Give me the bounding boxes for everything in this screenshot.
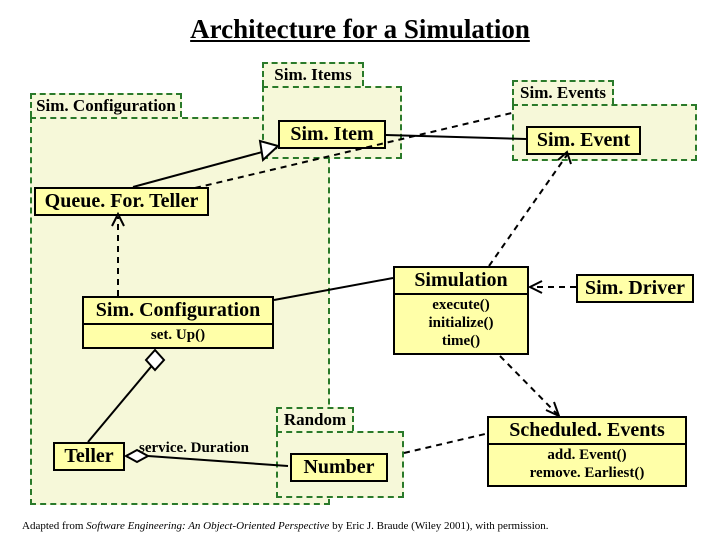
dep-number-scheduled xyxy=(404,434,485,453)
class-teller: Teller xyxy=(53,442,125,471)
class-scheduledevents-name: Scheduled. Events xyxy=(489,418,685,443)
class-queueforteller: Queue. For. Teller xyxy=(34,187,209,216)
footer-prefix: Adapted from xyxy=(22,520,86,532)
class-teller-name: Teller xyxy=(55,444,123,469)
pkg-simitems-tab: Sim. Items xyxy=(262,62,364,86)
class-scheduledevents-ops: add. Event()remove. Earliest() xyxy=(489,445,685,485)
class-simitem: Sim. Item xyxy=(278,120,386,149)
class-queueforteller-name: Queue. For. Teller xyxy=(36,189,207,214)
diagram-title: Architecture for a Simulation xyxy=(0,14,720,45)
footer-book: Software Engineering: An Object-Oriented… xyxy=(86,520,329,532)
class-simdriver-name: Sim. Driver xyxy=(578,276,692,301)
class-simdriver: Sim. Driver xyxy=(576,274,694,303)
assoc-simitem-simevent xyxy=(386,135,526,139)
dep-simulation-scheduled xyxy=(500,356,559,416)
pkg-simconfiguration-tab: Sim. Configuration xyxy=(30,93,182,117)
class-simconfiguration: Sim. Configuration set. Up() xyxy=(82,296,274,349)
class-number-name: Number xyxy=(292,455,386,480)
class-scheduledevents: Scheduled. Events add. Event()remove. Ea… xyxy=(487,416,687,487)
class-simulation: Simulation execute()initialize()time() xyxy=(393,266,529,355)
label-serviceduration: service. Duration xyxy=(139,440,249,457)
footer-citation: Adapted from Software Engineering: An Ob… xyxy=(22,520,549,532)
class-simulation-name: Simulation xyxy=(395,268,527,293)
class-simulation-ops: execute()initialize()time() xyxy=(395,295,527,353)
class-simevent: Sim. Event xyxy=(526,126,641,155)
class-simitem-name: Sim. Item xyxy=(280,122,384,147)
footer-suffix: by Eric J. Braude (Wiley 2001), with per… xyxy=(329,520,548,532)
class-simconfiguration-ops: set. Up() xyxy=(84,325,272,347)
dep-simdriver-simulation xyxy=(530,281,576,293)
pkg-simevents-tab: Sim. Events xyxy=(512,80,614,104)
class-simevent-name: Sim. Event xyxy=(528,128,639,153)
class-number: Number xyxy=(290,453,388,482)
pkg-random-tab: Random xyxy=(276,407,354,431)
dep-simulation-simevent xyxy=(489,152,571,266)
class-simconfiguration-name: Sim. Configuration xyxy=(84,298,272,323)
